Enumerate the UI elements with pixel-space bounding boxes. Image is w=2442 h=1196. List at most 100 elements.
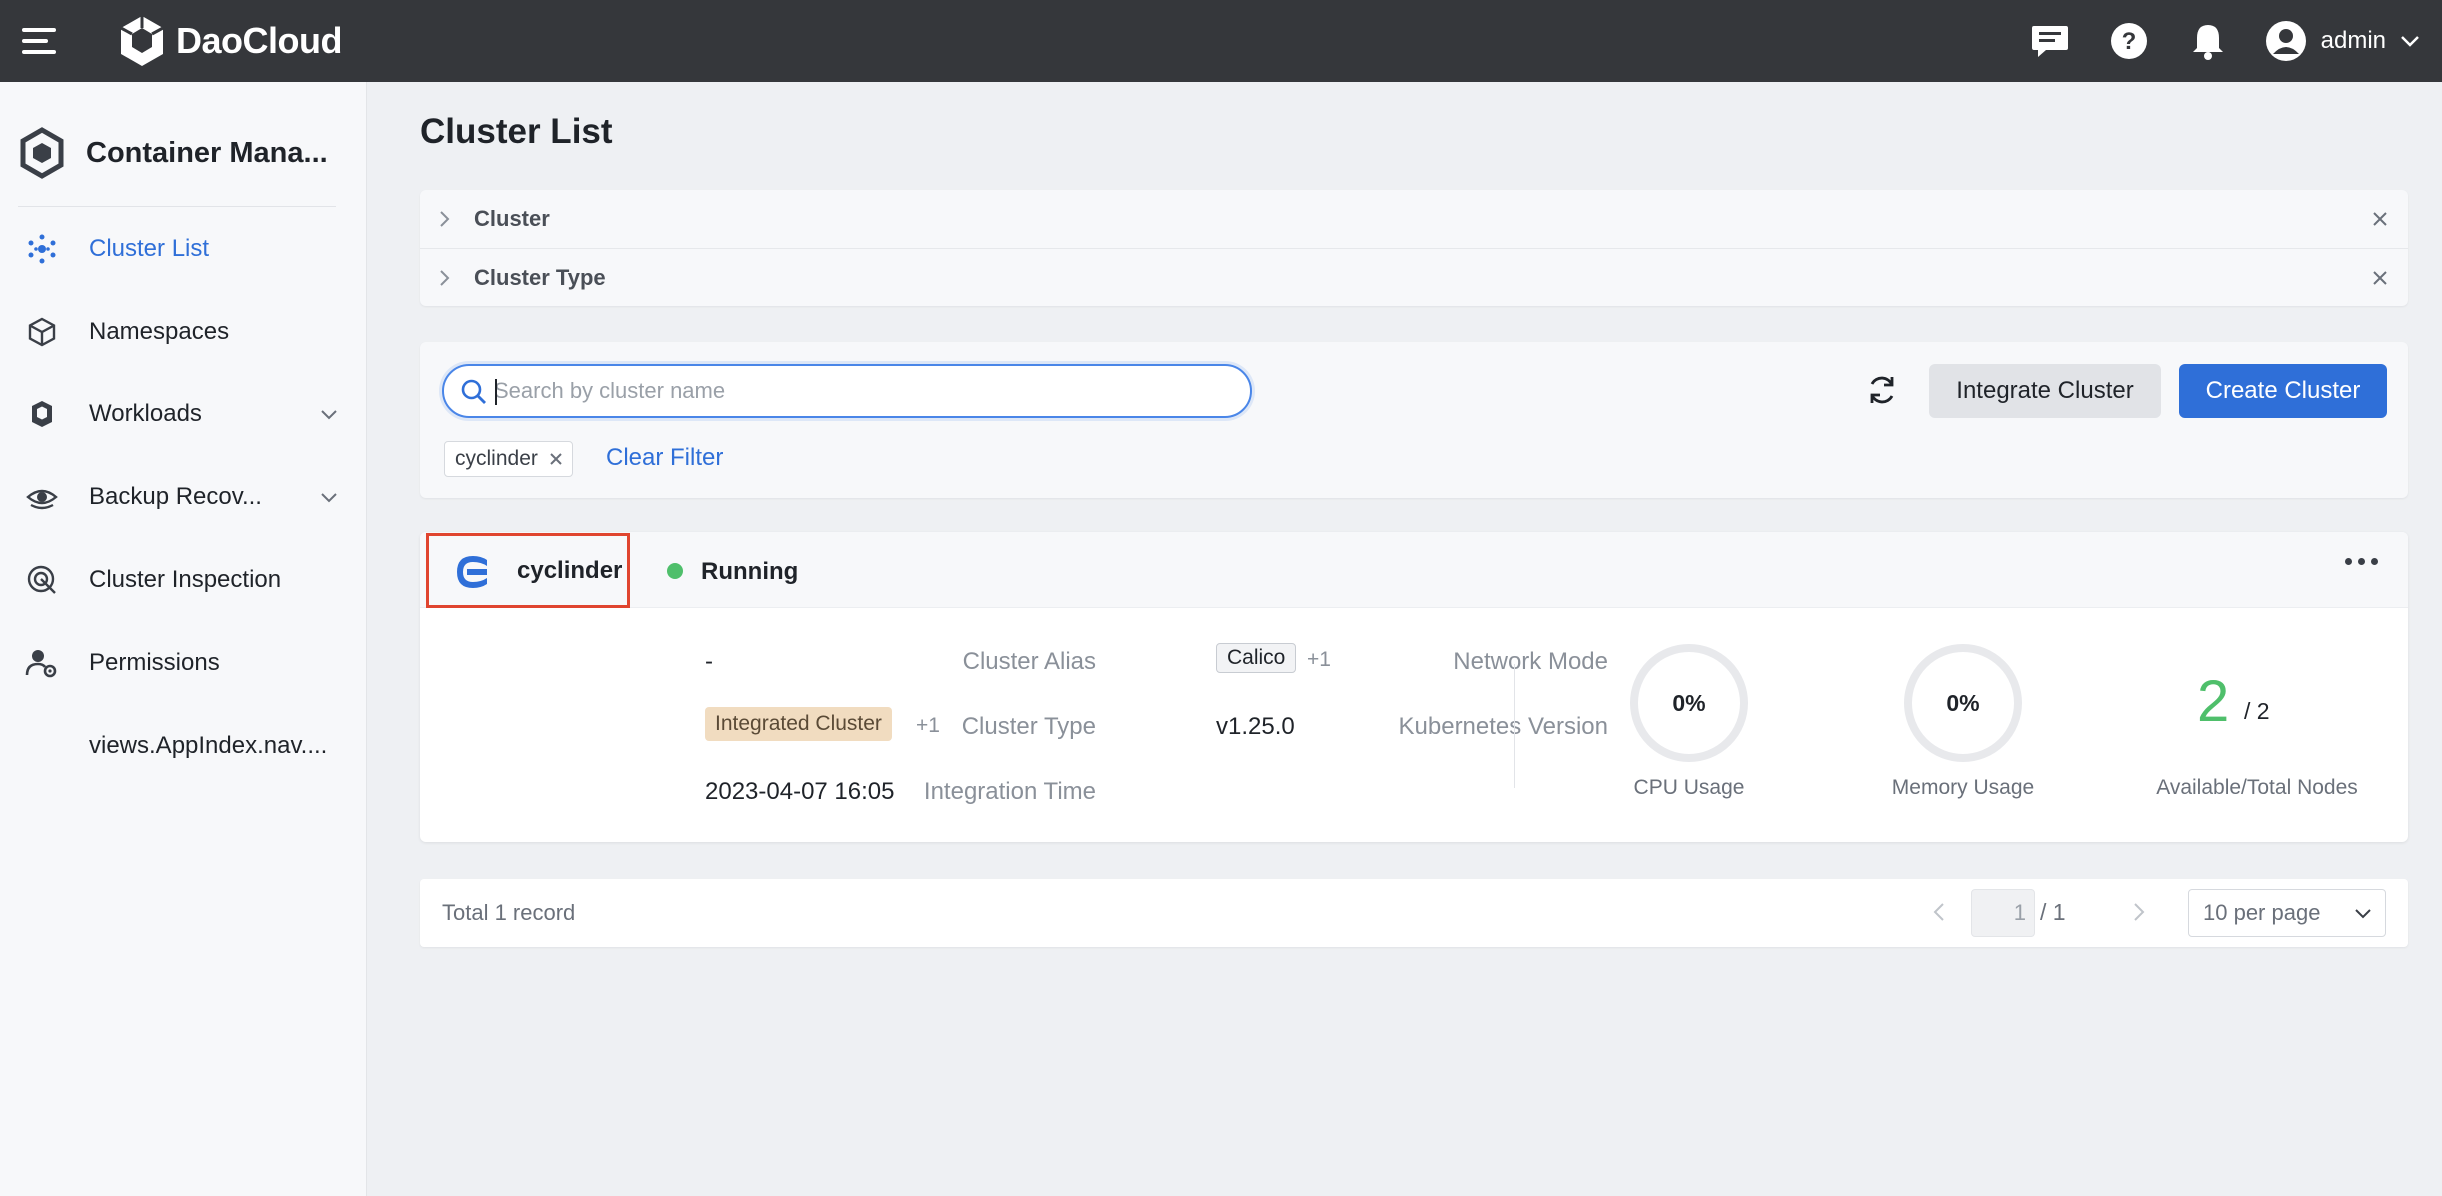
user-menu[interactable]: admin	[2265, 20, 2420, 62]
available-nodes-value: 2	[2197, 669, 2230, 734]
brand-name: DaoCloud	[176, 20, 342, 61]
total-records: Total 1 record	[442, 900, 576, 925]
integration-time-label: Integration Time	[923, 778, 1096, 805]
cluster-list-icon	[24, 231, 60, 267]
username: admin	[2320, 27, 2386, 54]
more-icon[interactable]	[2345, 558, 2378, 565]
page-count: / 1	[2040, 899, 2066, 925]
menu-icon[interactable]	[22, 22, 60, 60]
sidebar-item-backup-recovery[interactable]: Backup Recov...	[0, 467, 367, 527]
memory-usage-gauge: 0%	[1904, 644, 2022, 762]
sidebar-item-app-index[interactable]: views.AppIndex.nav....	[0, 716, 367, 776]
network-mode-more[interactable]: +1	[1307, 648, 1331, 672]
sidebar-item-label: Workloads	[89, 400, 202, 427]
refresh-icon[interactable]	[1860, 368, 1904, 412]
container-management-icon	[20, 127, 64, 179]
per-page-value: 10 per page	[2203, 900, 2321, 925]
sidebar: Container Mana... Cluster List Namespace…	[0, 82, 367, 1196]
network-mode-tag: Calico	[1216, 643, 1297, 673]
search-icon	[461, 379, 486, 404]
sidebar-title: Container Mana...	[86, 136, 328, 169]
bell-icon[interactable]	[2186, 19, 2230, 63]
filter-row-cluster-type[interactable]: Cluster Type	[420, 248, 2408, 306]
kubernetes-version-label: Kubernetes Version	[1398, 713, 1608, 740]
memory-usage-label: Memory Usage	[1891, 776, 2035, 799]
cluster-card: cyclinder Running Cluster Alias - Cluste…	[420, 532, 2408, 842]
brand-logo[interactable]: DaoCloud	[118, 10, 342, 72]
sidebar-item-label: Backup Recov...	[89, 483, 262, 510]
integration-time-value: 2023-04-07 16:05	[705, 778, 895, 805]
per-page-select[interactable]: 10 per page	[2188, 889, 2386, 937]
sidebar-item-label: Permissions	[89, 649, 220, 676]
help-icon[interactable]: ?	[2107, 19, 2151, 63]
cluster-card-header: cyclinder Running	[420, 532, 2408, 608]
workloads-icon	[24, 396, 60, 432]
sidebar-item-workloads[interactable]: Workloads	[0, 384, 367, 444]
cpu-usage-value: 0%	[1672, 689, 1706, 716]
filter-label: Cluster Type	[474, 264, 606, 290]
page-number-input[interactable]: 1	[1971, 889, 2035, 937]
network-mode-label: Network Mode	[1453, 648, 1608, 675]
cpu-usage-gauge: 0%	[1630, 644, 1748, 762]
close-icon[interactable]	[2366, 205, 2394, 233]
sidebar-item-cluster-list[interactable]: Cluster List	[0, 219, 367, 279]
chevron-right-icon	[440, 211, 450, 227]
sidebar-item-label: Cluster List	[89, 235, 210, 262]
sidebar-item-label: Cluster Inspection	[89, 566, 282, 593]
search-box[interactable]	[442, 364, 1252, 418]
pagination-bar: Total 1 record 1 / 1 10 per page	[420, 879, 2408, 947]
cube-icon	[24, 314, 60, 350]
sidebar-item-permissions[interactable]: Permissions	[0, 633, 367, 693]
search-input[interactable]	[494, 376, 1234, 406]
create-cluster-button[interactable]: Create Cluster	[2179, 364, 2387, 418]
message-icon[interactable]	[2028, 19, 2072, 63]
chevron-left-icon[interactable]	[1932, 901, 1946, 923]
close-icon[interactable]	[2366, 264, 2394, 292]
filter-label: Cluster	[474, 206, 550, 231]
cluster-status: Running	[701, 558, 799, 585]
svg-text:?: ?	[2121, 28, 2136, 55]
memory-usage-value: 0%	[1946, 689, 1980, 716]
text-caret	[495, 379, 497, 405]
filter-panel: Cluster Cluster Type	[420, 190, 2408, 306]
clear-filter-link[interactable]: Clear Filter	[606, 444, 723, 472]
chevron-right-icon[interactable]	[2132, 901, 2146, 923]
user-gear-icon	[24, 645, 60, 681]
chevron-down-icon	[321, 493, 337, 503]
cpu-usage-label: CPU Usage	[1633, 776, 1745, 799]
user-avatar-icon	[2265, 21, 2306, 61]
chevron-down-icon	[321, 410, 337, 420]
cluster-type-more[interactable]: +1	[916, 714, 940, 738]
sidebar-item-namespaces[interactable]: Namespaces	[0, 302, 367, 362]
close-icon[interactable]	[548, 451, 564, 467]
page-title: Cluster List	[420, 112, 613, 151]
chevron-down-icon	[2355, 909, 2371, 919]
sidebar-item-cluster-inspection[interactable]: Cluster Inspection	[0, 550, 367, 610]
cluster-alias-label: Cluster Alias	[962, 648, 1096, 675]
toolbar: Integrate Cluster Create Cluster cyclind…	[420, 342, 2408, 498]
chevron-right-icon	[440, 269, 450, 286]
status-dot	[667, 563, 683, 579]
inspection-icon	[24, 562, 60, 598]
daocloud-logo-icon	[120, 16, 164, 66]
top-bar: DaoCloud ? admin	[0, 0, 2442, 82]
cluster-type-label: Cluster Type	[961, 713, 1096, 740]
nodes-label: Available/Total Nodes	[2156, 776, 2358, 799]
backup-icon	[24, 479, 60, 515]
cluster-type-tag: Integrated Cluster	[705, 707, 892, 741]
cluster-alias-value: -	[705, 648, 713, 675]
chevron-down-icon	[2401, 36, 2419, 47]
cluster-name-highlight[interactable]: cyclinder	[426, 533, 630, 608]
kubernetes-version-value: v1.25.0	[1216, 713, 1295, 740]
filter-tag-label: cyclinder	[455, 447, 538, 470]
sidebar-divider	[18, 206, 336, 207]
sidebar-header: Container Mana...	[18, 118, 328, 188]
total-nodes-value: / 2	[2244, 698, 2270, 724]
sidebar-item-label: Namespaces	[89, 318, 230, 345]
divider	[1514, 664, 1515, 788]
integrate-cluster-button[interactable]: Integrate Cluster	[1929, 364, 2161, 418]
sidebar-item-label: views.AppIndex.nav....	[89, 732, 328, 759]
filter-tag: cyclinder	[444, 441, 573, 477]
filter-row-cluster[interactable]: Cluster	[420, 190, 2408, 248]
cluster-logo-icon	[457, 556, 487, 588]
